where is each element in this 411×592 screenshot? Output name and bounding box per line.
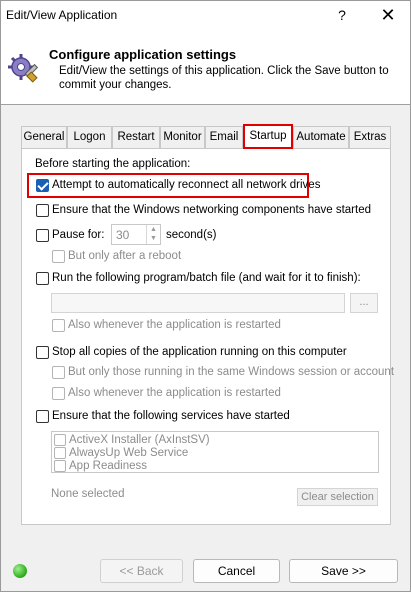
seconds-label: second(s) bbox=[166, 229, 217, 241]
cancel-button[interactable]: Cancel bbox=[193, 559, 280, 583]
edit-view-application-window: Edit/View Application ? ✕ Configure appl… bbox=[0, 0, 411, 592]
tab-logon[interactable]: Logon bbox=[67, 126, 112, 148]
window-title: Edit/View Application bbox=[6, 8, 118, 22]
same-session-checkbox[interactable] bbox=[52, 366, 65, 379]
service-checkbox[interactable] bbox=[54, 447, 66, 459]
tab-automate[interactable]: Automate bbox=[293, 126, 349, 148]
same-session-label: But only those running in the same Windo… bbox=[68, 366, 395, 378]
title-bar: Edit/View Application ? ✕ bbox=[1, 1, 410, 29]
only-after-reboot-label: But only after a reboot bbox=[68, 250, 182, 262]
also-restarted-label-1: Also whenever the application is restart… bbox=[68, 319, 281, 331]
help-button[interactable]: ? bbox=[327, 1, 357, 29]
run-program-checkbox[interactable] bbox=[36, 272, 49, 285]
service-checkbox[interactable] bbox=[54, 434, 66, 446]
also-restarted-checkbox-2[interactable] bbox=[52, 387, 65, 400]
service-checkbox[interactable] bbox=[54, 460, 66, 472]
header-banner: Configure application settings Edit/View… bbox=[1, 29, 410, 105]
tab-restart[interactable]: Restart bbox=[112, 126, 160, 148]
stop-copies-checkbox[interactable] bbox=[36, 346, 49, 359]
stop-copies-label: Stop all copies of the application runni… bbox=[52, 346, 347, 358]
save-button[interactable]: Save >> bbox=[289, 559, 398, 583]
pause-seconds-stepper[interactable]: 30 ▲ ▼ bbox=[111, 224, 161, 245]
reconnect-drives-checkbox[interactable] bbox=[36, 179, 49, 192]
also-restarted-checkbox-1[interactable] bbox=[52, 319, 65, 332]
close-button[interactable]: ✕ bbox=[369, 1, 407, 29]
settings-gear-icon bbox=[8, 54, 39, 83]
program-path-input[interactable] bbox=[51, 293, 345, 313]
ensure-networking-checkbox[interactable] bbox=[36, 204, 49, 217]
ensure-services-checkbox[interactable] bbox=[36, 410, 49, 423]
services-list[interactable]: ActiveX Installer (AxInstSV) AlwaysUp We… bbox=[51, 431, 379, 473]
ensure-services-label: Ensure that the following services have … bbox=[52, 410, 290, 422]
only-after-reboot-checkbox[interactable] bbox=[52, 250, 65, 263]
service-label: ActiveX Installer (AxInstSV) bbox=[69, 434, 210, 446]
pause-label: Pause for: bbox=[52, 229, 105, 241]
status-indicator-icon bbox=[13, 564, 27, 578]
tab-email[interactable]: Email bbox=[205, 126, 243, 148]
tab-startup[interactable]: Startup bbox=[243, 124, 293, 149]
pause-seconds-value: 30 bbox=[116, 228, 130, 242]
browse-button[interactable]: ... bbox=[350, 293, 378, 313]
header-title: Configure application settings bbox=[49, 47, 237, 62]
service-label: AlwaysUp Web Service bbox=[69, 447, 189, 459]
header-description: Edit/View the settings of this applicati… bbox=[59, 65, 389, 91]
clear-selection-button[interactable]: Clear selection bbox=[297, 488, 378, 506]
none-selected-label: None selected bbox=[51, 488, 125, 500]
pause-checkbox[interactable] bbox=[36, 229, 49, 242]
section-label: Before starting the application: bbox=[35, 158, 191, 170]
stepper-arrows-icon[interactable]: ▲ ▼ bbox=[146, 225, 160, 244]
tab-monitor[interactable]: Monitor bbox=[160, 126, 205, 148]
tab-extras[interactable]: Extras bbox=[349, 126, 391, 148]
ensure-networking-label: Ensure that the Windows networking compo… bbox=[52, 204, 371, 216]
service-label: App Readiness bbox=[69, 460, 147, 472]
reconnect-drives-label: Attempt to automatically reconnect all n… bbox=[52, 179, 321, 191]
tab-general[interactable]: General bbox=[21, 126, 67, 148]
back-button[interactable]: << Back bbox=[100, 559, 183, 583]
also-restarted-label-2: Also whenever the application is restart… bbox=[68, 387, 281, 399]
run-program-label: Run the following program/batch file (an… bbox=[52, 272, 361, 284]
